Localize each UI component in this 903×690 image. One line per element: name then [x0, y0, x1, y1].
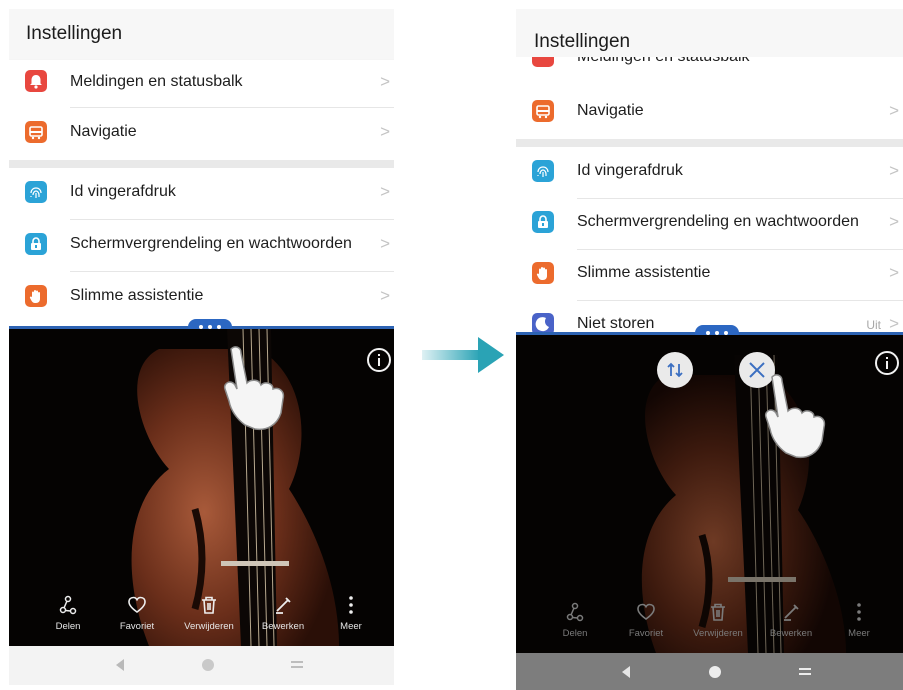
- swap-windows-button[interactable]: [657, 352, 693, 388]
- hand-icon: [25, 285, 47, 307]
- settings-item-smart-assistance[interactable]: Slimme assistentie >: [9, 272, 394, 324]
- settings-item-screen-lock[interactable]: Schermvergrendeling en wachtwoorden >: [9, 220, 394, 272]
- group-divider: [9, 160, 394, 168]
- share-label: Delen: [562, 628, 588, 639]
- settings-item-notifications[interactable]: Meldingen en statusbalk >: [9, 60, 394, 108]
- settings-list-security: Id vingerafdruk > Schermvergrendeling en…: [9, 168, 394, 326]
- settings-item-label: Navigatie: [577, 102, 644, 119]
- bell-icon: [532, 57, 554, 67]
- chevron-right-icon: >: [889, 101, 899, 120]
- settings-item-label: Niet storen: [577, 315, 655, 332]
- navigation-icon: [25, 121, 47, 143]
- heart-icon: [128, 596, 146, 613]
- settings-list-security: Id vingerafdruk > Schermvergrendeling en…: [516, 147, 903, 335]
- settings-item-label: Id vingerafdruk: [577, 162, 683, 179]
- delete-button[interactable]: Verwijderen: [169, 586, 249, 646]
- favorite-button[interactable]: Favoriet: [97, 586, 177, 646]
- more-icon: [857, 603, 861, 621]
- page-title: Instellingen: [534, 31, 631, 52]
- delete-button[interactable]: Verwijderen: [678, 593, 758, 653]
- share-button[interactable]: Delen: [535, 593, 615, 653]
- settings-item-label: Id vingerafdruk: [70, 183, 176, 200]
- settings-header: Instellingen: [516, 9, 903, 57]
- info-icon[interactable]: [367, 348, 391, 372]
- edit-icon: [784, 604, 799, 621]
- violin-photo: Delen Favoriet Verwijderen Bewerken Meer: [9, 329, 394, 646]
- favorite-label: Favoriet: [628, 628, 664, 639]
- chevron-right-icon: >: [380, 72, 390, 91]
- recents-icon[interactable]: [291, 660, 303, 670]
- back-icon[interactable]: [622, 666, 630, 678]
- settings-item-label: Slimme assistentie: [70, 287, 204, 304]
- settings-item-label: Slimme assistentie: [577, 264, 711, 281]
- settings-item-navigation[interactable]: Navigatie >: [9, 108, 394, 160]
- hand-icon: [532, 262, 554, 284]
- settings-item-label: Navigatie: [70, 123, 137, 140]
- share-button[interactable]: Delen: [28, 586, 108, 646]
- violin-photo: Delen Favoriet Verwijderen Bewerken Meer: [516, 335, 903, 653]
- group-divider: [516, 139, 903, 147]
- home-icon[interactable]: [709, 666, 721, 678]
- heart-icon: [637, 603, 655, 620]
- home-icon[interactable]: [202, 659, 214, 671]
- settings-item-value: Uit: [866, 318, 881, 332]
- trash-icon: [711, 603, 725, 621]
- bell-icon: [25, 70, 47, 92]
- more-label: Meer: [848, 628, 870, 639]
- lock-icon: [532, 211, 554, 233]
- more-button[interactable]: Meer: [311, 586, 391, 646]
- chevron-right-icon: >: [889, 314, 899, 333]
- settings-item-label: Schermvergrendeling en wachtwoorden: [70, 235, 352, 252]
- photo-toolbar: Delen Favoriet Verwijderen Bewerken Meer: [516, 593, 903, 653]
- settings-item-label: Meldingen en statusbalk: [70, 73, 243, 90]
- delete-label: Verwijderen: [184, 621, 234, 632]
- back-icon[interactable]: [116, 659, 124, 671]
- settings-list-top: Meldingen en statusbalk Navigatie >: [516, 57, 903, 139]
- swap-vertical-icon: [667, 362, 683, 378]
- chevron-right-icon: >: [380, 286, 390, 305]
- recents-icon[interactable]: [799, 667, 811, 677]
- settings-list-top: Meldingen en statusbalk > Navigatie >: [9, 60, 394, 160]
- chevron-right-icon: >: [889, 161, 899, 180]
- favorite-label: Favoriet: [119, 621, 155, 632]
- hand-pointer-icon: [223, 346, 285, 431]
- settings-item-label: Meldingen en statusbalk: [577, 57, 750, 66]
- settings-item-smart-assistance[interactable]: Slimme assistentie >: [516, 249, 903, 301]
- lock-icon: [25, 233, 47, 255]
- settings-item-fingerprint[interactable]: Id vingerafdruk >: [9, 168, 394, 220]
- arrow-right-icon: [422, 337, 504, 373]
- share-label: Delen: [55, 621, 81, 632]
- settings-item-fingerprint[interactable]: Id vingerafdruk >: [516, 147, 903, 199]
- settings-item-navigation[interactable]: Navigatie >: [516, 87, 903, 139]
- more-button[interactable]: Meer: [819, 593, 899, 653]
- more-icon: [349, 596, 353, 614]
- info-icon[interactable]: [875, 351, 899, 375]
- navigation-bar: [516, 653, 903, 690]
- photo-toolbar: Delen Favoriet Verwijderen Bewerken Meer: [9, 586, 394, 646]
- share-icon: [566, 602, 584, 622]
- chevron-right-icon: >: [380, 122, 390, 141]
- settings-item-screen-lock[interactable]: Schermvergrendeling en wachtwoorden >: [516, 198, 903, 250]
- share-icon: [59, 595, 77, 615]
- chevron-right-icon: >: [889, 212, 899, 231]
- settings-item-label: Schermvergrendeling en wachtwoorden: [577, 213, 859, 230]
- chevron-right-icon: >: [380, 234, 390, 253]
- settings-header: Instellingen: [9, 9, 394, 59]
- more-label: Meer: [340, 621, 362, 632]
- fingerprint-icon: [532, 160, 554, 182]
- hand-pointer-icon: [764, 374, 826, 459]
- navigation-bar: [9, 646, 394, 685]
- page-title: Instellingen: [26, 23, 123, 44]
- edit-icon: [276, 597, 291, 614]
- chevron-right-icon: >: [380, 182, 390, 201]
- phone-screen-after: Instellingen Meldingen en statusbalk Nav…: [516, 9, 903, 690]
- favorite-button[interactable]: Favoriet: [606, 593, 686, 653]
- chevron-right-icon: >: [889, 263, 899, 282]
- navigation-icon: [532, 100, 554, 122]
- phone-screen-before: Instellingen Meldingen en statusbalk > N…: [9, 9, 394, 685]
- delete-label: Verwijderen: [693, 628, 743, 639]
- trash-icon: [202, 596, 216, 614]
- settings-item-notifications-partial[interactable]: Meldingen en statusbalk: [516, 57, 903, 79]
- fingerprint-icon: [25, 181, 47, 203]
